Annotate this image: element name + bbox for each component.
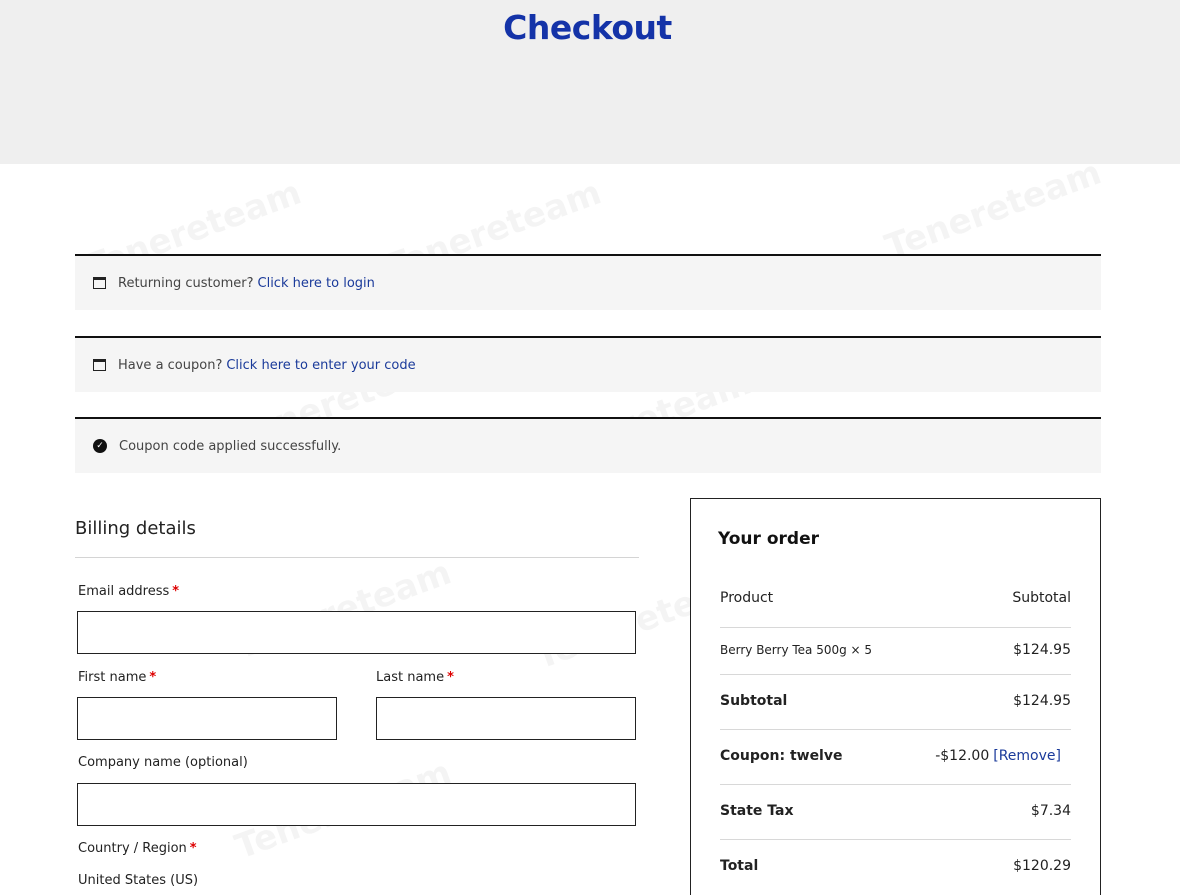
enter-coupon-link[interactable]: Click here to enter your code [226,358,415,373]
subtotal-row: Subtotal $124.95 [720,693,1071,709]
email-label: Email address * [78,584,180,599]
item-name: Berry Berry Tea 500g × 5 [720,643,873,657]
tax-amount: $7.34 [1030,803,1071,819]
window-icon [93,359,106,371]
first-name-field[interactable] [77,697,337,740]
window-icon [93,277,106,289]
coupon-notice: Have a coupon? Click here to enter your … [75,336,1101,392]
divider [720,839,1071,840]
page-title: Checkout [503,8,672,47]
divider [75,557,639,558]
divider [720,729,1071,730]
country-value: United States (US) [78,873,199,888]
divider [720,627,1071,628]
check-circle-icon: ✓ [93,439,107,453]
subtotal-amount: $124.95 [1013,693,1071,709]
email-input[interactable] [78,612,635,653]
notice-text: Returning customer? [118,275,254,291]
product-header: Product [720,590,774,606]
divider [720,674,1071,675]
subtotal-label: Subtotal [720,693,788,709]
first-name-input[interactable] [78,698,336,739]
coupon-success-notice: ✓ Coupon code applied successfully. [75,417,1101,473]
tax-label: State Tax [720,803,794,819]
watermark-text: Tenereteam [880,152,1107,267]
total-label: Total [720,858,759,874]
coupon-amount-group: -$12.00 [Remove] [935,748,1061,764]
company-input[interactable] [78,784,635,825]
billing-details-title: Billing details [75,518,196,539]
notice-text: Coupon code applied successfully. [119,438,342,454]
coupon-row: Coupon: twelve -$12.00 [Remove] [720,748,1071,764]
coupon-amount: -$12.00 [935,748,990,764]
required-mark: * [149,670,157,685]
country-label: Country / Region * [78,841,197,856]
company-label: Company name (optional) [78,755,248,770]
company-field[interactable] [77,783,636,826]
notice-text: Have a coupon? [118,357,223,373]
tax-row: State Tax $7.34 [720,803,1071,819]
required-mark: * [172,584,180,599]
total-amount: $120.29 [1013,858,1071,874]
order-header-row: Product Subtotal [720,590,1071,606]
item-amount: $124.95 [1013,642,1071,658]
coupon-label: Coupon: twelve [720,748,843,764]
last-name-field[interactable] [376,697,636,740]
subtotal-header: Subtotal [1012,590,1071,606]
first-name-label: First name * [78,670,157,685]
page-header: Checkout [0,0,1180,164]
required-mark: * [447,670,454,685]
login-link[interactable]: Click here to login [258,276,375,291]
last-name-label: Last name * [376,670,454,685]
required-mark: * [189,841,197,856]
order-title: Your order [718,529,819,549]
total-row: Total $120.29 [720,858,1071,874]
returning-customer-notice: Returning customer? Click here to login [75,254,1101,310]
divider [720,784,1071,785]
last-name-input[interactable] [377,698,635,739]
remove-coupon-link[interactable]: [Remove] [993,748,1061,764]
email-field[interactable] [77,611,636,654]
order-item-row: Berry Berry Tea 500g × 5 $124.95 [720,642,1071,658]
